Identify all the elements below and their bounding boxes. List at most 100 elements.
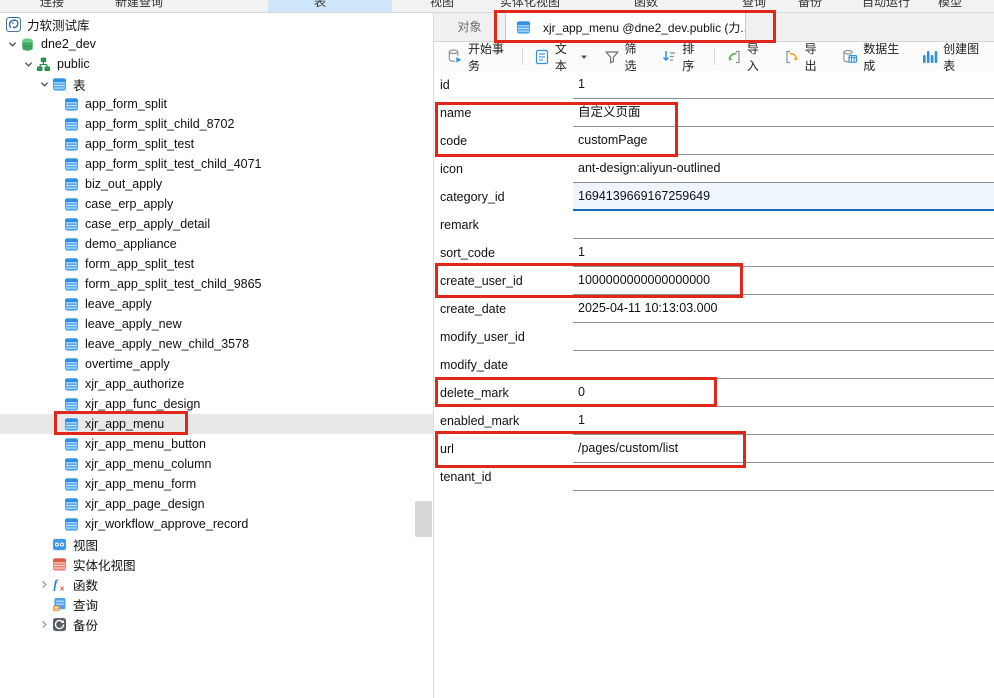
chevron-down-icon[interactable]	[4, 40, 20, 49]
tables-folder-icon	[52, 77, 67, 92]
top-toolbar-item-自动运行[interactable]: 自动运行	[862, 0, 910, 10]
toolbar-button-label: 数据生成	[863, 40, 906, 74]
top-toolbar-item-实体化视图[interactable]: 实体化视图	[500, 0, 560, 10]
top-toolbar-item-新建查询[interactable]: 新建查询	[115, 0, 163, 10]
field-value-name[interactable]: 自定义页面	[573, 99, 994, 127]
toolbar-separator	[522, 48, 523, 65]
tree-item-label: case_erp_apply_detail	[85, 217, 210, 231]
tree-item-函数[interactable]: fx函数	[0, 574, 433, 594]
sort-button[interactable]: 排序	[653, 45, 711, 69]
create-chart-icon	[922, 49, 938, 65]
field-row-id: id1	[434, 71, 994, 99]
top-toolbar-item-连接[interactable]: 连接	[40, 0, 64, 10]
tree-item-表[interactable]: 表	[0, 74, 433, 94]
tree-item-xjr_app_menu[interactable]: xjr_app_menu	[0, 414, 433, 434]
export-icon	[784, 49, 800, 65]
tree-item-实体化视图[interactable]: 实体化视图	[0, 554, 433, 574]
chevron-right-icon[interactable]	[36, 580, 52, 589]
chevron-right-icon[interactable]	[36, 620, 52, 629]
field-value-id[interactable]: 1	[573, 71, 994, 99]
tree-item-视图[interactable]: 视图	[0, 534, 433, 554]
filter-button[interactable]: 筛选	[596, 45, 654, 69]
tree-item-app_form_split_test[interactable]: app_form_split_test	[0, 134, 433, 154]
field-value-modify_user_id[interactable]	[573, 323, 994, 351]
tab-title: xjr_app_menu @dne2_dev.public (力...	[543, 19, 746, 36]
field-row-tenant_id: tenant_id	[434, 463, 994, 491]
toolbar-separator	[714, 48, 715, 65]
field-value-modify_date[interactable]	[573, 351, 994, 379]
tree-item-case_erp_apply_detail[interactable]: case_erp_apply_detail	[0, 214, 433, 234]
tree-item-app_form_split_child_8702[interactable]: app_form_split_child_8702	[0, 114, 433, 134]
tree-item-public[interactable]: public	[0, 54, 433, 74]
tree-item-label: app_form_split	[85, 97, 167, 111]
top-toolbar-item-函数[interactable]: 函数	[634, 0, 658, 10]
tree-item-备份[interactable]: 备份	[0, 614, 433, 634]
tree-item-label: app_form_split_child_8702	[85, 117, 234, 131]
tree-item-app_form_split[interactable]: app_form_split	[0, 94, 433, 114]
field-value-sort_code[interactable]: 1	[573, 239, 994, 267]
field-value-enabled_mark[interactable]: 1	[573, 407, 994, 435]
export-button[interactable]: 导出	[776, 45, 834, 69]
tree-item-xjr_app_menu_form[interactable]: xjr_app_menu_form	[0, 474, 433, 494]
tab-objects[interactable]: 对象	[434, 13, 505, 41]
tree-item-xjr_app_func_design[interactable]: xjr_app_func_design	[0, 394, 433, 414]
field-value-remark[interactable]	[573, 211, 994, 239]
tree-item-xjr_app_page_design[interactable]: xjr_app_page_design	[0, 494, 433, 514]
tree-item-xjr_workflow_approve_record[interactable]: xjr_workflow_approve_record	[0, 514, 433, 534]
tree-item-xjr_app_menu_column[interactable]: xjr_app_menu_column	[0, 454, 433, 474]
field-label-icon: icon	[434, 155, 573, 183]
tree-item-xjr_app_authorize[interactable]: xjr_app_authorize	[0, 374, 433, 394]
chevron-down-icon[interactable]	[36, 80, 52, 89]
caret-down-icon[interactable]	[580, 53, 588, 61]
tree-item-xjr_app_menu_button[interactable]: xjr_app_menu_button	[0, 434, 433, 454]
tree-item-app_form_split_test_child_4071[interactable]: app_form_split_test_child_4071	[0, 154, 433, 174]
top-toolbar-item-模型[interactable]: 模型	[938, 0, 962, 10]
tree-item-case_erp_apply[interactable]: case_erp_apply	[0, 194, 433, 214]
tree-item-demo_appliance[interactable]: demo_appliance	[0, 234, 433, 254]
create-chart-button[interactable]: 创建图表	[914, 45, 994, 69]
backups-icon	[52, 617, 67, 632]
field-value-create_user_id[interactable]: 1000000000000000000	[573, 267, 994, 295]
table-icon	[64, 297, 79, 312]
tree-scrollbar-thumb[interactable]	[415, 501, 432, 537]
tree-item-dne2_dev[interactable]: dne2_dev	[0, 34, 433, 54]
field-value-delete_mark[interactable]: 0	[573, 379, 994, 407]
text-button[interactable]: 文本	[526, 45, 596, 69]
field-value-url[interactable]: /pages/custom/list	[573, 435, 994, 463]
top-toolbar-item-备份[interactable]: 备份	[798, 0, 822, 10]
import-button[interactable]: 导入	[718, 45, 776, 69]
tree-item-查询[interactable]: 查询	[0, 594, 433, 614]
tree-item-leave_apply_new[interactable]: leave_apply_new	[0, 314, 433, 334]
field-value-icon[interactable]: ant-design:aliyun-outlined	[573, 155, 994, 183]
text-icon	[534, 49, 550, 65]
tree-item-力软测试库[interactable]: 力软测试库	[0, 14, 433, 34]
field-value-code[interactable]: customPage	[573, 127, 994, 155]
field-label-enabled_mark: enabled_mark	[434, 407, 573, 435]
top-toolbar-item-视图[interactable]: 视图	[430, 0, 454, 10]
tree-item-leave_apply_new_child_3578[interactable]: leave_apply_new_child_3578	[0, 334, 433, 354]
tree-item-form_app_split_test_child_9865[interactable]: form_app_split_test_child_9865	[0, 274, 433, 294]
table-icon	[64, 137, 79, 152]
toolbar-button-label: 开始事务	[468, 40, 511, 74]
data-generation-button[interactable]: 数据生成	[833, 45, 914, 69]
tree-item-form_app_split_test[interactable]: form_app_split_test	[0, 254, 433, 274]
tree-item-biz_out_apply[interactable]: biz_out_apply	[0, 174, 433, 194]
tree-item-label: 函数	[73, 575, 98, 594]
field-value-tenant_id[interactable]	[573, 463, 994, 491]
top-toolbar-item-表[interactable]: 表	[314, 0, 326, 10]
tree-item-overtime_apply[interactable]: overtime_apply	[0, 354, 433, 374]
field-row-url: url/pages/custom/list	[434, 435, 994, 463]
tree-item-label: app_form_split_test_child_4071	[85, 157, 262, 171]
top-toolbar-item-查询[interactable]: 查询	[742, 0, 766, 10]
views-icon	[52, 537, 67, 552]
tree-item-label: demo_appliance	[85, 237, 177, 251]
tab-xjr-app-menu[interactable]: xjr_app_menu @dne2_dev.public (力...	[505, 13, 746, 41]
begin-transaction-button[interactable]: 开始事务	[438, 45, 519, 69]
tree-item-label: public	[57, 57, 90, 71]
table-icon	[64, 157, 79, 172]
field-value-category_id[interactable]: 1694139669167259649	[573, 183, 994, 211]
record-form: id1name自定义页面codecustomPageiconant-design…	[434, 71, 994, 491]
tree-item-leave_apply[interactable]: leave_apply	[0, 294, 433, 314]
field-value-create_date[interactable]: 2025-04-11 10:13:03.000	[573, 295, 994, 323]
chevron-down-icon[interactable]	[20, 60, 36, 69]
